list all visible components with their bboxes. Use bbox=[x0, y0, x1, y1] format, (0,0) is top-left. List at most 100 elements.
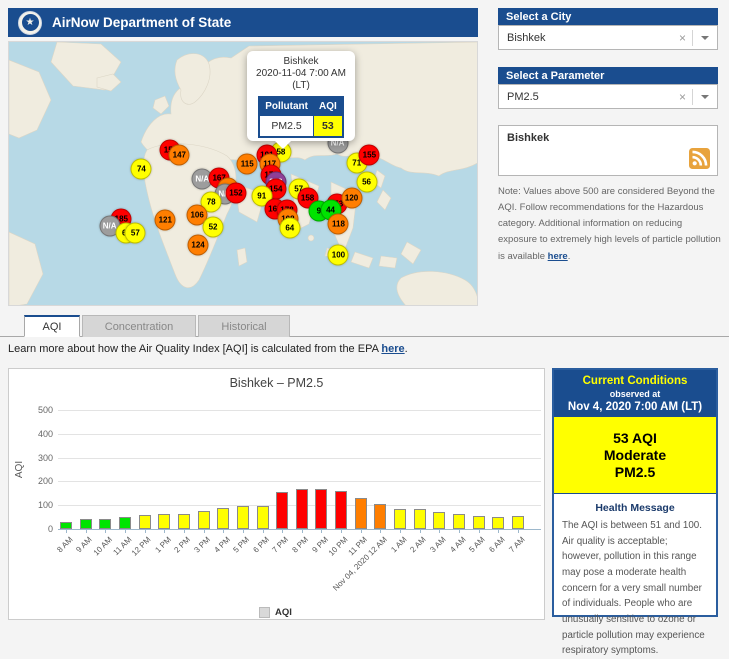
observed-datetime: Nov 4, 2020 7:00 AM (LT) bbox=[554, 401, 716, 413]
aqi-bar[interactable] bbox=[276, 492, 288, 529]
map-aqi-marker[interactable]: 152 bbox=[225, 182, 246, 203]
map-aqi-marker[interactable]: 74 bbox=[131, 159, 152, 180]
chart-x-tick bbox=[518, 529, 519, 533]
city-combobox[interactable]: Bishkek × bbox=[498, 25, 718, 50]
aqi-bar[interactable] bbox=[355, 498, 367, 529]
map-aqi-marker[interactable]: 121 bbox=[155, 209, 176, 230]
aqi-bar[interactable] bbox=[217, 508, 229, 529]
chart-x-label: 3 AM bbox=[428, 535, 447, 554]
aqi-bar[interactable] bbox=[335, 491, 347, 529]
chevron-down-icon bbox=[701, 95, 709, 103]
aqi-bar[interactable] bbox=[473, 516, 485, 529]
map-aqi-marker[interactable]: 120 bbox=[341, 187, 362, 208]
aqi-bar[interactable] bbox=[414, 509, 426, 529]
chart-x-label: 11 AM bbox=[111, 535, 133, 557]
chart-x-label: 1 AM bbox=[389, 535, 408, 554]
chart-x-label: 10 AM bbox=[91, 535, 113, 557]
rss-feed-icon[interactable] bbox=[689, 148, 710, 169]
chart-x-label: 8 PM bbox=[291, 535, 311, 555]
chart-x-label: 8 AM bbox=[55, 535, 74, 554]
aqi-bar[interactable] bbox=[315, 489, 327, 529]
map-popup: Bishkek 2020-11-04 7:00 AM (LT) Pollutan… bbox=[247, 51, 355, 141]
state-department-seal-icon: ★ bbox=[18, 11, 42, 35]
current-conditions-panel: Current Conditions observed at Nov 4, 20… bbox=[552, 368, 718, 617]
note-here-link[interactable]: here bbox=[548, 251, 568, 262]
legend-label: AQI bbox=[275, 607, 292, 618]
feed-city-label: Bishkek bbox=[507, 132, 549, 144]
city-dropdown-toggle[interactable] bbox=[692, 30, 717, 46]
map-aqi-marker[interactable]: 147 bbox=[169, 145, 190, 166]
aqi-bar[interactable] bbox=[178, 514, 190, 529]
map-aqi-marker[interactable]: 124 bbox=[188, 234, 209, 255]
chart-x-tick bbox=[459, 529, 460, 533]
map-aqi-marker[interactable]: 52 bbox=[203, 216, 224, 237]
parameter-combobox[interactable]: PM2.5 × bbox=[498, 84, 718, 109]
chart-gridline bbox=[58, 529, 541, 530]
aqi-bar[interactable] bbox=[237, 506, 249, 529]
aqi-bar[interactable] bbox=[492, 517, 504, 529]
aqi-bar[interactable] bbox=[60, 522, 72, 529]
map-aqi-marker[interactable]: 115 bbox=[237, 154, 258, 175]
aqi-bar[interactable] bbox=[119, 517, 131, 529]
chart-title: Bishkek – PM2.5 bbox=[9, 376, 544, 390]
popup-aqi-table: Pollutant AQI PM2.5 53 bbox=[258, 96, 344, 138]
map-aqi-marker[interactable]: 64 bbox=[279, 218, 300, 239]
parameter-clear-icon[interactable]: × bbox=[673, 90, 692, 104]
popup-aqi-value: 53 bbox=[314, 116, 343, 138]
chart-x-tick bbox=[223, 529, 224, 533]
map-aqi-marker[interactable]: 155 bbox=[359, 145, 380, 166]
map-aqi-marker[interactable]: 56 bbox=[356, 171, 377, 192]
chart-x-tick bbox=[439, 529, 440, 533]
map-aqi-marker[interactable]: 118 bbox=[328, 213, 349, 234]
popup-col-aqi: AQI bbox=[314, 97, 343, 116]
city-clear-icon[interactable]: × bbox=[673, 31, 692, 45]
aqi-bar[interactable] bbox=[512, 516, 524, 529]
map-aqi-marker[interactable]: 57 bbox=[125, 223, 146, 244]
aqi-bar[interactable] bbox=[257, 506, 269, 529]
tab-historical[interactable]: Historical bbox=[198, 315, 290, 337]
aqi-bar[interactable] bbox=[433, 512, 445, 529]
chart-legend: AQI bbox=[259, 607, 292, 618]
learn-more-after: . bbox=[405, 343, 408, 355]
aqi-bar[interactable] bbox=[374, 504, 386, 529]
parameter-dropdown-toggle[interactable] bbox=[692, 89, 717, 105]
chart-x-label: 3 PM bbox=[192, 535, 212, 555]
tab-aqi[interactable]: AQI bbox=[24, 315, 80, 337]
aqi-bar[interactable] bbox=[394, 509, 406, 529]
aqi-bar[interactable] bbox=[453, 514, 465, 529]
chart-x-tick bbox=[302, 529, 303, 533]
aqi-bar[interactable] bbox=[80, 519, 92, 529]
parameter-combobox-value: PM2.5 bbox=[507, 91, 673, 103]
app-title: AirNow Department of State bbox=[52, 15, 231, 30]
chart-y-tick: 0 bbox=[23, 524, 53, 534]
map-aqi-marker[interactable]: 100 bbox=[328, 244, 349, 265]
aqi-bar[interactable] bbox=[139, 515, 151, 529]
learn-more-text: Learn more about how the Air Quality Ind… bbox=[8, 343, 408, 355]
aqi-value-line: 53 AQI bbox=[554, 430, 716, 447]
chart-x-tick bbox=[125, 529, 126, 533]
aqi-bar[interactable] bbox=[198, 511, 210, 529]
chart-gridline bbox=[58, 410, 541, 411]
note-before: Note: Values above 500 are considered Be… bbox=[498, 186, 721, 262]
tab-concentration[interactable]: Concentration bbox=[82, 315, 196, 337]
chart-x-tick bbox=[282, 529, 283, 533]
chart-x-tick bbox=[105, 529, 106, 533]
aqi-bar[interactable] bbox=[296, 489, 308, 529]
aqi-summary-box: 53 AQI Moderate PM2.5 bbox=[554, 417, 716, 494]
aqi-bar[interactable] bbox=[99, 519, 111, 529]
epa-aqi-link[interactable]: here bbox=[381, 343, 404, 355]
observed-at-label: observed at bbox=[554, 389, 716, 399]
popup-datetime: 2020-11-04 7:00 AM bbox=[247, 68, 355, 80]
chart-x-tick bbox=[145, 529, 146, 533]
chart-x-label: 6 AM bbox=[487, 535, 506, 554]
current-conditions-header: Current Conditions observed at Nov 4, 20… bbox=[554, 370, 716, 417]
chart-x-tick bbox=[184, 529, 185, 533]
chart-x-tick bbox=[361, 529, 362, 533]
city-feed-box: Bishkek bbox=[498, 125, 718, 176]
chart-x-label: 7 AM bbox=[507, 535, 526, 554]
aqi-category-line: Moderate bbox=[554, 447, 716, 464]
world-aqi-map[interactable]: 74157147N/A167150N/A15211578185N/A655712… bbox=[8, 41, 478, 306]
current-conditions-title: Current Conditions bbox=[554, 375, 716, 387]
aqi-bar[interactable] bbox=[158, 514, 170, 529]
chart-x-label: 6 PM bbox=[251, 535, 271, 555]
